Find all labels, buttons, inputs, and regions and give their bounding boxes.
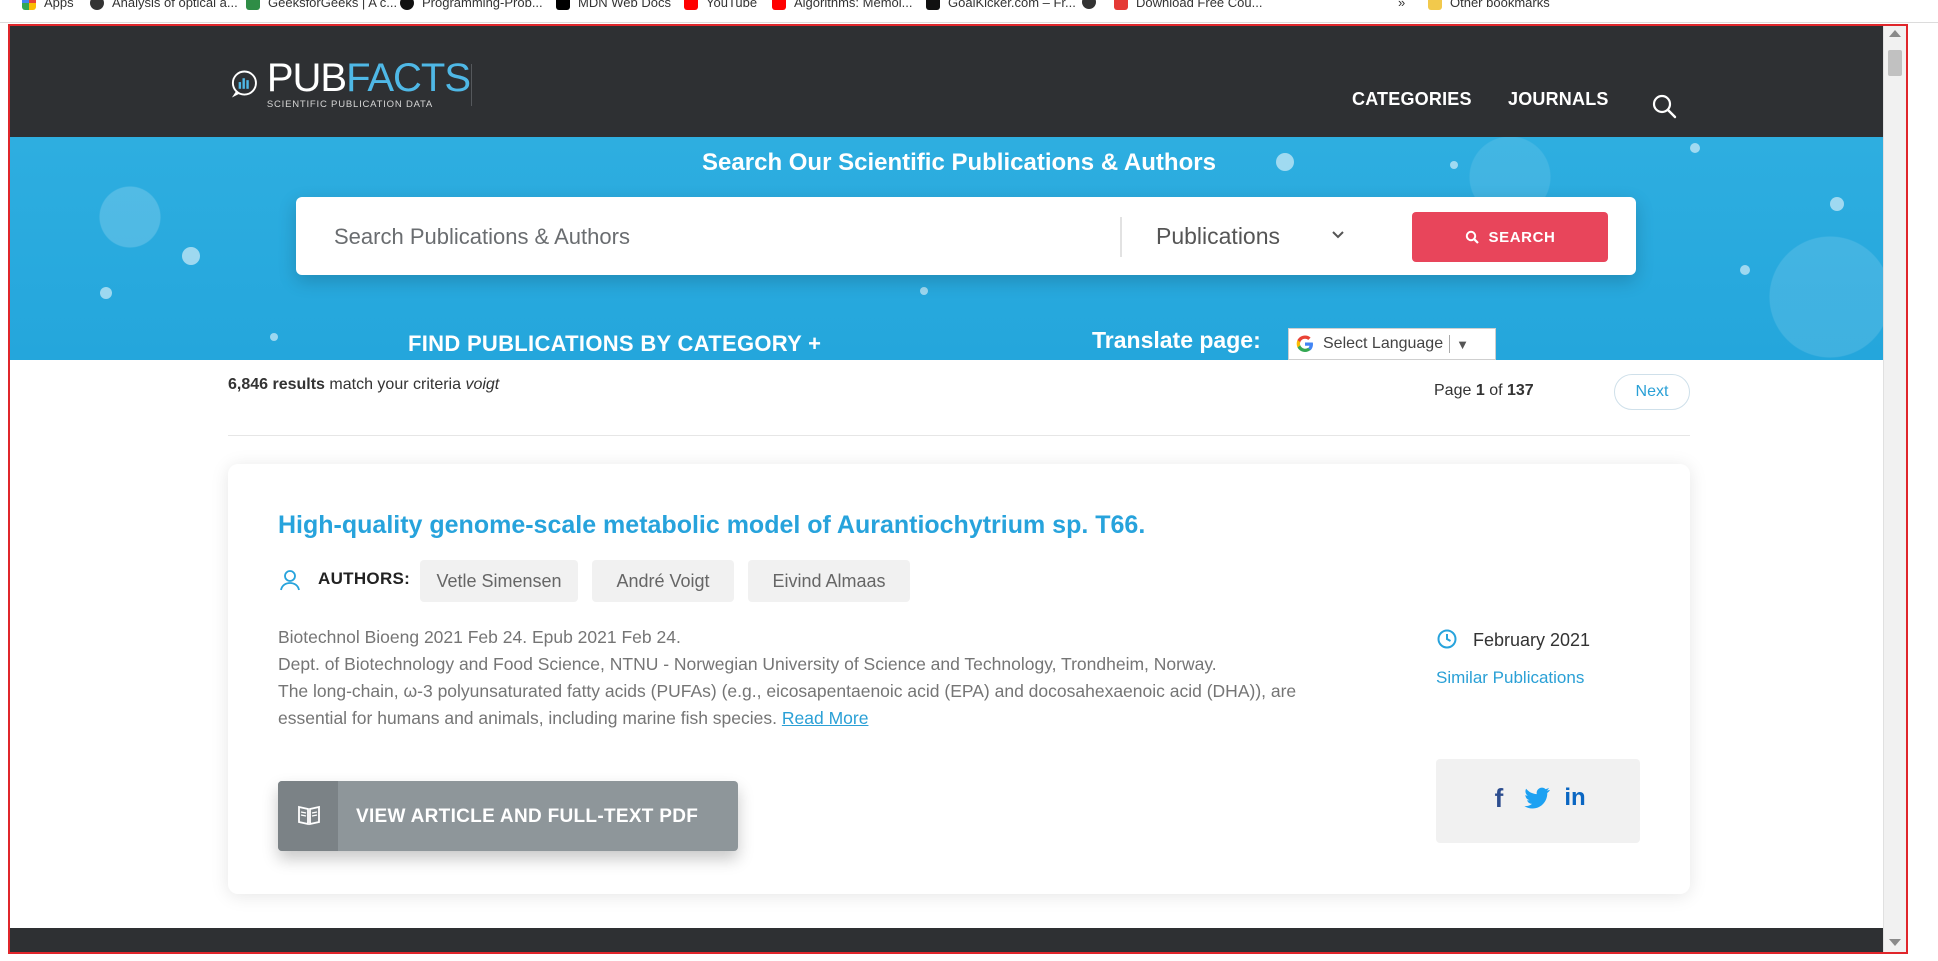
language-select[interactable]: Select Language ▼ <box>1288 328 1496 360</box>
page-frame: PUBFACTS SCIENTIFIC PUBLICATION DATA CAT… <box>8 24 1908 954</box>
bookmark-youtube[interactable]: YouTube <box>684 0 757 10</box>
logo-tagline: SCIENTIFIC PUBLICATION DATA <box>266 98 434 110</box>
view-article-label: VIEW ARTICLE AND FULL-TEXT PDF <box>356 806 699 827</box>
publication-details: Biotechnol Bioeng 2021 Feb 24. Epub 2021… <box>278 624 1328 732</box>
header-divider <box>471 64 472 106</box>
logo-pub: PUB <box>266 55 347 100</box>
search-type-select[interactable]: Publications <box>1156 223 1280 250</box>
bookmark-algorithms[interactable]: Algorithms: Memoi... <box>772 0 912 10</box>
bookmark-mdn[interactable]: MDN Web Docs <box>556 0 671 10</box>
view-article-button[interactable]: VIEW ARTICLE AND FULL-TEXT PDF <box>278 781 738 851</box>
logo-facts: FACTS <box>346 55 471 100</box>
search-button-label: SEARCH <box>1488 228 1556 246</box>
chevron-down-icon[interactable] <box>1330 227 1346 243</box>
decor-dot <box>182 247 200 265</box>
pubfacts-logo[interactable]: PUBFACTS SCIENTIFIC PUBLICATION DATA <box>230 44 471 124</box>
next-page-button[interactable]: Next <box>1614 374 1690 410</box>
search-button[interactable]: SEARCH <box>1412 212 1608 262</box>
page-scrollbar[interactable] <box>1883 26 1906 952</box>
user-icon <box>280 570 300 591</box>
author-chip[interactable]: Eivind Almaas <box>748 560 910 602</box>
similar-publications-link[interactable]: Similar Publications <box>1436 668 1584 688</box>
decor-dot <box>100 287 112 299</box>
bookmarks-bar: Apps Analysis of optical a... GeeksforGe… <box>0 0 1938 23</box>
globe-icon <box>90 0 104 10</box>
publication-affiliation: Dept. of Biotechnology and Food Science,… <box>278 654 1217 674</box>
fcu-icon <box>1114 0 1128 10</box>
github-icon <box>400 0 414 10</box>
language-select-label: Select Language <box>1323 335 1444 352</box>
page-of: of <box>1489 382 1503 399</box>
dropdown-arrow-icon: ▼ <box>1456 336 1469 352</box>
twitter-icon[interactable] <box>1522 783 1552 813</box>
clock-icon <box>1437 629 1457 649</box>
site-header: PUBFACTS SCIENTIFIC PUBLICATION DATA CAT… <box>10 26 1906 137</box>
search-icon[interactable] <box>1650 92 1678 120</box>
publication-abstract: The long-chain, ω-3 polyunsaturated fatt… <box>278 678 1328 732</box>
page-label: Page <box>1434 382 1472 399</box>
decor-dot <box>1740 265 1750 275</box>
scroll-down-arrow-icon[interactable] <box>1889 939 1901 946</box>
bookmark-geeksforgeeks[interactable]: GeeksforGeeks | A c... <box>246 0 397 10</box>
search-separator <box>1120 217 1122 257</box>
author-chip[interactable]: André Voigt <box>592 560 734 602</box>
bookmark-goalkicker[interactable]: GoalKicker.com – Fr... <box>926 0 1076 10</box>
goalkicker-icon <box>926 0 940 10</box>
page-total: 137 <box>1506 382 1534 399</box>
share-box: f in <box>1436 759 1640 843</box>
results-query: voigt <box>465 376 500 393</box>
bookmark-optical[interactable]: Analysis of optical a... <box>90 0 238 10</box>
publication-title[interactable]: High-quality genome-scale metabolic mode… <box>278 511 1145 540</box>
select-divider <box>1449 335 1451 353</box>
publication-date: February 2021 <box>1473 630 1591 650</box>
gfg-icon <box>246 0 260 10</box>
search-box: Publications SEARCH <box>296 197 1636 275</box>
other-bookmarks[interactable]: Other bookmarks <box>1428 0 1550 10</box>
mdn-icon <box>556 0 570 10</box>
results-criteria-prefix: match your criteria <box>329 376 461 393</box>
results-summary: 6,846 results match your criteria voigt <box>228 376 499 394</box>
pagination-info: Page 1 of 137 <box>1434 382 1534 400</box>
scroll-thumb[interactable] <box>1888 50 1902 76</box>
page-current: 1 <box>1475 382 1485 399</box>
search-input[interactable] <box>332 215 1096 259</box>
search-icon <box>1465 230 1479 244</box>
publication-citation: Biotechnol Bioeng 2021 Feb 24. Epub 2021… <box>278 627 681 647</box>
results-count: 6,846 results <box>228 376 325 393</box>
find-by-category-link[interactable]: FIND PUBLICATIONS BY CATEGORY + <box>408 331 821 357</box>
results-divider <box>228 435 1690 436</box>
youtube-icon <box>772 0 786 10</box>
bookmark-apps[interactable]: Apps <box>22 0 74 10</box>
decor-dot <box>1830 197 1844 211</box>
logo-icon <box>231 70 257 98</box>
decor-dot <box>270 333 278 341</box>
bookmark-globe[interactable] <box>1082 0 1104 9</box>
translate-label: Translate page: <box>1092 327 1261 353</box>
nav-categories[interactable]: CATEGORIES <box>1352 89 1472 110</box>
linkedin-icon[interactable]: in <box>1560 783 1590 813</box>
read-more-link[interactable]: Read More <box>782 708 869 728</box>
bookmark-programming[interactable]: Programming-Prob... <box>400 0 543 10</box>
logo-wordmark: PUBFACTS SCIENTIFIC PUBLICATION DATA <box>266 55 471 110</box>
scroll-up-arrow-icon[interactable] <box>1889 30 1901 37</box>
decor-dot <box>920 287 928 295</box>
folder-icon <box>1428 0 1442 10</box>
facebook-icon[interactable]: f <box>1484 783 1514 813</box>
next-card-edge <box>10 928 1886 952</box>
publication-card: High-quality genome-scale metabolic mode… <box>228 464 1690 894</box>
bookmark-fcu[interactable]: Download Free Cou... <box>1114 0 1262 10</box>
author-chip[interactable]: Vetle Simensen <box>420 560 578 602</box>
globe-icon <box>1082 0 1096 9</box>
google-icon <box>1296 335 1313 352</box>
youtube-icon <box>684 0 698 10</box>
authors-label: AUTHORS: <box>318 569 411 588</box>
search-hero: Search Our Scientific Publications & Aut… <box>10 137 1906 360</box>
hero-title: Search Our Scientific Publications & Aut… <box>702 149 1216 176</box>
apps-icon <box>22 0 36 10</box>
view-article-icon-panel <box>278 781 338 851</box>
book-icon <box>298 805 320 826</box>
bookmarks-overflow[interactable]: » <box>1398 0 1405 10</box>
nav-journals[interactable]: JOURNALS <box>1508 89 1609 110</box>
